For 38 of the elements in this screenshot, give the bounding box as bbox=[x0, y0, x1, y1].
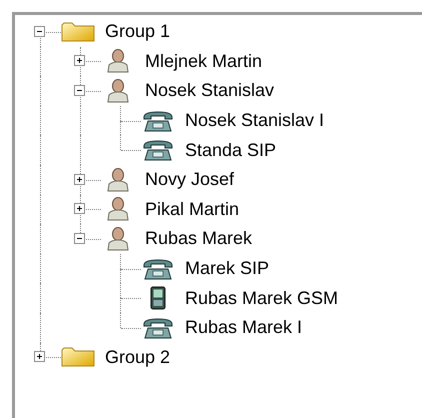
expander-button[interactable] bbox=[34, 26, 45, 37]
plus-icon bbox=[77, 58, 82, 64]
expander-button[interactable] bbox=[34, 351, 45, 362]
tree-item[interactable]: Group 2 bbox=[105, 346, 170, 368]
tree-item[interactable]: Mlejnek Martin bbox=[145, 50, 262, 72]
folder-icon bbox=[61, 347, 95, 368]
phone-icon bbox=[142, 316, 174, 339]
plus-icon bbox=[77, 206, 82, 212]
tree-item[interactable]: Rubas Marek GSM bbox=[185, 288, 338, 309]
tree-item[interactable]: Nosek Stanislav bbox=[145, 80, 274, 102]
expander-button[interactable] bbox=[74, 84, 85, 96]
minus-icon bbox=[37, 28, 42, 34]
tree-item[interactable]: Rubas Marek bbox=[145, 228, 252, 250]
person-icon bbox=[107, 197, 129, 222]
person-icon bbox=[107, 78, 129, 103]
tree-item[interactable]: Rubas Marek I bbox=[185, 317, 302, 338]
tree-item[interactable]: Pikal Martin bbox=[145, 198, 240, 220]
phone-icon bbox=[142, 258, 174, 280]
tree-item[interactable]: Nosek Stanislav I bbox=[185, 110, 324, 132]
expander-button[interactable] bbox=[74, 203, 85, 214]
folder-icon bbox=[61, 22, 95, 42]
tree-item[interactable]: Novy Josef bbox=[145, 169, 234, 190]
tree-item[interactable]: Standa SIP bbox=[185, 140, 276, 161]
minus-icon bbox=[77, 88, 82, 93]
tree-item[interactable]: Marek SIP bbox=[185, 258, 270, 280]
plus-icon bbox=[37, 354, 42, 360]
expander-button[interactable] bbox=[74, 174, 85, 185]
person-icon bbox=[107, 168, 129, 192]
mobile-phone-icon bbox=[150, 286, 166, 310]
person-icon bbox=[107, 226, 129, 251]
expander-button[interactable] bbox=[74, 55, 85, 66]
phone-icon bbox=[142, 139, 174, 162]
tree-item[interactable]: Group 1 bbox=[105, 21, 170, 42]
person-icon bbox=[107, 49, 129, 74]
phone-icon bbox=[142, 110, 174, 132]
expander-button[interactable] bbox=[74, 232, 85, 244]
plus-icon bbox=[77, 176, 82, 182]
minus-icon bbox=[77, 236, 82, 241]
